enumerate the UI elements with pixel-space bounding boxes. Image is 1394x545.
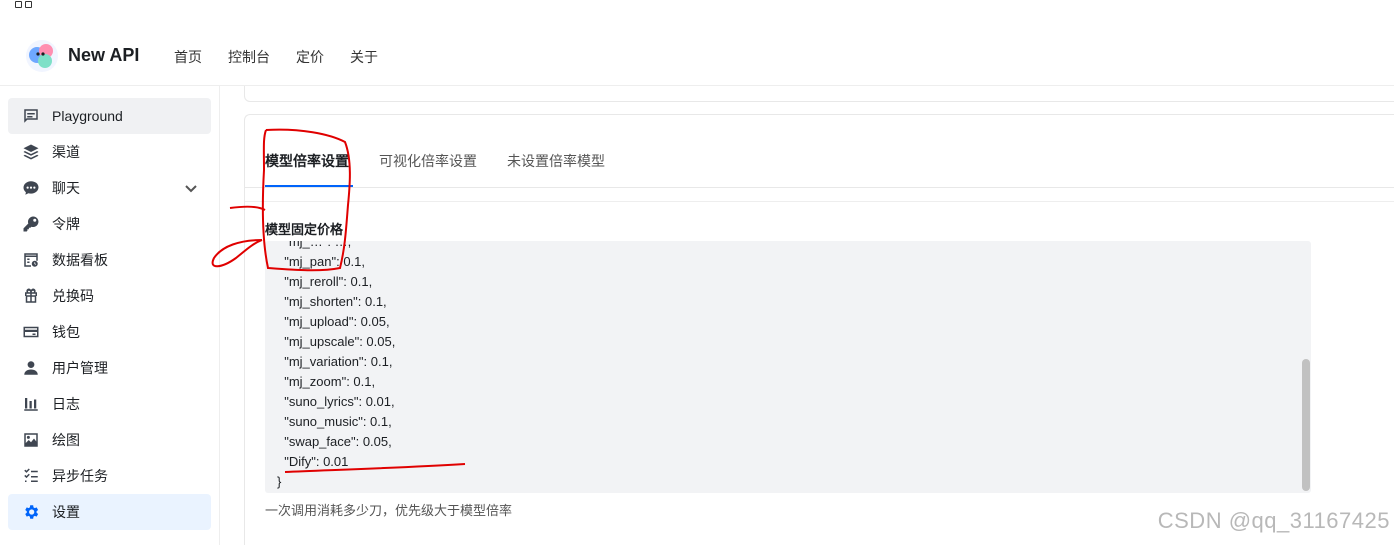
task-list-icon	[21, 466, 41, 486]
json-lines: "mj_…": …, "mj_pan": 0.1, "mj_reroll": 0…	[277, 241, 395, 492]
sidebar-item-channels[interactable]: 渠道	[8, 134, 211, 170]
sidebar-item-label: 绘图	[52, 432, 80, 448]
sidebar-item-tokens[interactable]: 令牌	[8, 206, 211, 242]
editor-scrollbar[interactable]	[1301, 241, 1311, 493]
section-divider	[245, 201, 1394, 202]
sidebar-item-drawing[interactable]: 绘图	[8, 422, 211, 458]
watermark: CSDN @qq_31167425	[1157, 508, 1390, 533]
sidebar-item-label: 日志	[52, 396, 80, 412]
nav-console[interactable]: 控制台	[228, 47, 270, 67]
sidebar-item-redeem[interactable]: 兑换码	[8, 278, 211, 314]
nav-home[interactable]: 首页	[174, 47, 202, 67]
user-icon	[21, 358, 41, 378]
json-line: "mj_variation": 0.1,	[277, 354, 393, 369]
sidebar-item-label: 渠道	[52, 144, 80, 160]
tab-unset-models[interactable]: 未设置倍率模型	[507, 149, 605, 187]
main-content: 模型倍率设置 可视化倍率设置 未设置倍率模型 模型固定价格 "mj_…": …,…	[220, 86, 1394, 545]
json-line: "mj_shorten": 0.1,	[277, 294, 387, 309]
json-line: "mj_upload": 0.05,	[277, 314, 390, 329]
sidebar-item-playground[interactable]: Playground	[8, 98, 211, 134]
nav-pricing[interactable]: 定价	[296, 47, 324, 67]
chevron-down-icon[interactable]	[183, 180, 199, 196]
image-icon	[21, 430, 41, 450]
brand-name[interactable]: New API	[68, 45, 139, 66]
sidebar-item-label: 兑换码	[52, 288, 94, 304]
sidebar-item-label: 用户管理	[52, 360, 108, 376]
sidebar-item-settings[interactable]: 设置	[8, 494, 211, 530]
gear-icon	[21, 502, 41, 522]
json-line: "mj_zoom": 0.1,	[277, 374, 376, 389]
json-line: "suno_lyrics": 0.01,	[277, 394, 395, 409]
json-line: "mj_pan": 0.1,	[277, 254, 365, 269]
json-line: "mj_reroll": 0.1,	[277, 274, 373, 289]
fixed-price-label: 模型固定价格	[265, 222, 344, 237]
sidebar-item-users[interactable]: 用户管理	[8, 350, 211, 386]
previous-card-bottom	[244, 86, 1394, 102]
bar-chart-icon	[21, 394, 41, 414]
sidebar-item-wallet[interactable]: 钱包	[8, 314, 211, 350]
json-line: "Dify": 0.01	[277, 454, 349, 469]
editor-scrollbar-thumb[interactable]	[1302, 359, 1310, 491]
json-line: }	[277, 474, 282, 489]
top-header: New API 首页 控制台 定价 关于	[0, 26, 1394, 86]
ratio-settings-card: 模型倍率设置 可视化倍率设置 未设置倍率模型 模型固定价格 "mj_…": …,…	[244, 114, 1394, 545]
fixed-price-json-editor[interactable]: "mj_…": …, "mj_pan": 0.1, "mj_reroll": 0…	[265, 241, 1311, 493]
key-icon	[21, 214, 41, 234]
sidebar-item-label: 设置	[52, 504, 80, 520]
fixed-price-help-text: 一次调用消耗多少刀，优先级大于模型倍率	[265, 503, 513, 518]
sidebar-item-label: 数据看板	[52, 252, 108, 268]
sidebar-item-label: 钱包	[52, 324, 80, 340]
sidebar-item-logs[interactable]: 日志	[8, 386, 211, 422]
nav-about[interactable]: 关于	[350, 47, 378, 67]
settings-tabs: 模型倍率设置 可视化倍率设置 未设置倍率模型	[265, 149, 605, 187]
json-line: "mj_upscale": 0.05,	[277, 334, 396, 349]
sidebar-item-chat[interactable]: 聊天	[8, 170, 211, 206]
gift-icon	[21, 286, 41, 306]
app-window: New API 首页 控制台 定价 关于 Playground 渠道 聊天 令牌…	[0, 0, 1394, 545]
sidebar-item-async-tasks[interactable]: 异步任务	[8, 458, 211, 494]
tab-divider	[245, 187, 1394, 188]
sidebar-item-dashboard[interactable]: 数据看板	[8, 242, 211, 278]
json-line: "swap_face": 0.05,	[277, 434, 392, 449]
sidebar-item-label: 聊天	[52, 180, 80, 196]
sidebar-item-label: Playground	[52, 108, 123, 124]
sidebar-item-label: 异步任务	[52, 468, 108, 484]
window-grid-icon[interactable]	[15, 1, 35, 11]
chat-bubble-icon	[21, 178, 41, 198]
dashboard-icon	[21, 250, 41, 270]
sidebar-item-label: 令牌	[52, 216, 80, 232]
logo-icon[interactable]	[24, 38, 60, 74]
tab-visual-ratio[interactable]: 可视化倍率设置	[379, 149, 477, 187]
json-line: "suno_music": 0.1,	[277, 414, 392, 429]
sidebar: Playground 渠道 聊天 令牌 数据看板 兑换码 钱包 用户管理 日志 …	[0, 86, 220, 545]
json-line: "mj_…": …,	[277, 241, 352, 249]
tab-model-ratio[interactable]: 模型倍率设置	[265, 149, 353, 187]
top-nav: 首页 控制台 定价 关于	[174, 47, 378, 67]
wallet-icon	[21, 322, 41, 342]
layers-icon	[21, 142, 41, 162]
chat-square-icon	[21, 106, 41, 126]
